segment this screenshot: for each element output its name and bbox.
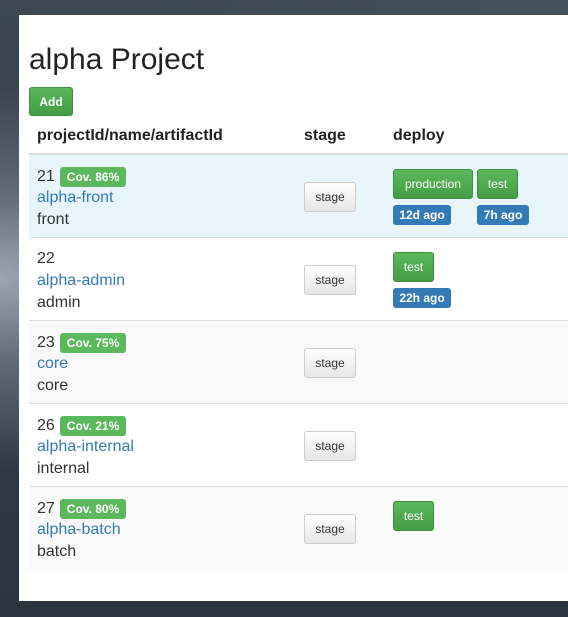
coverage-badge: Cov. 75% [59, 333, 127, 353]
project-name-link[interactable]: alpha-internal [37, 438, 134, 456]
project-id-value: 22 [37, 250, 55, 267]
coverage-badge: Cov. 21% [59, 416, 127, 436]
project-id: 23 Cov. 75% [37, 333, 127, 353]
deploy-test-button[interactable]: test [393, 252, 434, 282]
project-id-value: 21 [37, 168, 55, 185]
project-id: 26 Cov. 21% [37, 416, 127, 436]
artifact-id: core [37, 377, 69, 394]
deploy-time-badge: 12d ago [393, 205, 451, 225]
deploy-production-button[interactable]: production [393, 169, 473, 199]
project-id-value: 23 [37, 334, 55, 351]
project-panel: alpha Project Add projectId/name/artifac… [19, 15, 568, 601]
project-id: 21 Cov. 86% [37, 167, 127, 187]
stage-button[interactable]: stage [304, 514, 356, 544]
project-name-link[interactable]: core [37, 355, 68, 373]
coverage-badge: Cov. 86% [59, 167, 127, 187]
table-row: 27 Cov. 80% alpha-batch batch stage test [29, 487, 568, 570]
artifact-id: internal [37, 460, 90, 477]
artifact-id: admin [37, 294, 81, 311]
coverage-badge: Cov. 80% [59, 499, 127, 519]
stage-button[interactable]: stage [304, 265, 356, 295]
table-row: 23 Cov. 75% core core stage [29, 321, 568, 404]
stage-button[interactable]: stage [304, 431, 356, 461]
project-id: 22 [37, 250, 55, 268]
project-id-value: 26 [37, 417, 55, 434]
table-row: 26 Cov. 21% alpha-internal internal stag… [29, 404, 568, 487]
artifact-id: batch [37, 543, 77, 560]
deploy-time-badge: 7h ago [477, 205, 529, 225]
table-header: projectId/name/artifactId stage deploy [29, 117, 568, 155]
deploy-test-button[interactable]: test [393, 501, 434, 531]
project-id-value: 27 [37, 500, 55, 517]
table-row: 22 alpha-admin admin stage test 22h ago [29, 238, 568, 321]
artifact-id: front [37, 211, 70, 228]
deploy-time-badge: 22h ago [393, 288, 451, 308]
column-header-project: projectId/name/artifactId [37, 127, 223, 144]
project-name-link[interactable]: alpha-front [37, 189, 114, 207]
project-name-link[interactable]: alpha-batch [37, 521, 121, 539]
column-header-deploy: deploy [393, 127, 445, 144]
add-button[interactable]: Add [29, 87, 73, 116]
stage-button[interactable]: stage [304, 182, 356, 212]
project-id: 27 Cov. 80% [37, 499, 127, 519]
project-name-link[interactable]: alpha-admin [37, 272, 125, 290]
deploy-test-button[interactable]: test [477, 169, 518, 199]
table-row: 21 Cov. 86% alpha-front front stage prod… [29, 155, 568, 238]
column-header-stage: stage [304, 127, 346, 144]
page-title: alpha Project [29, 43, 205, 76]
stage-button[interactable]: stage [304, 348, 356, 378]
